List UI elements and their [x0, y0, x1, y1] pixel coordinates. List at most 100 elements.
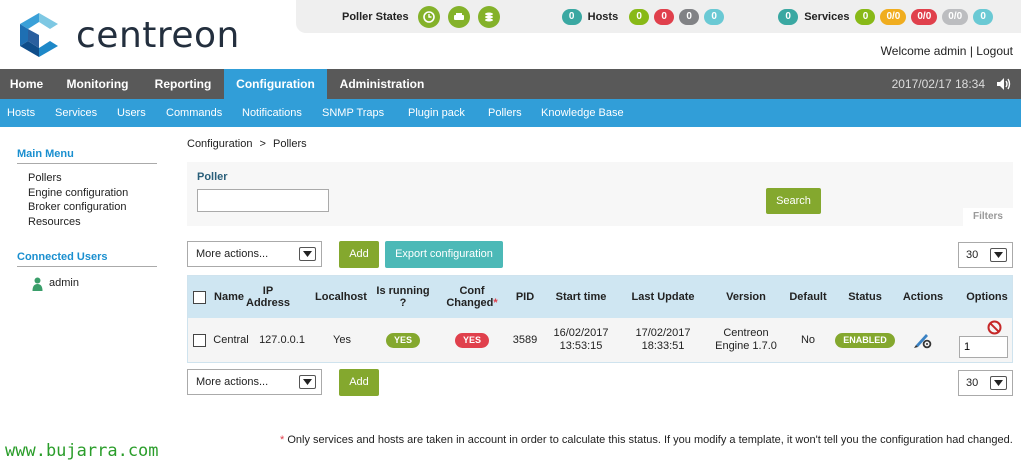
col-name[interactable]: Name [210, 276, 248, 318]
sub-nav-hosts[interactable]: Hosts [7, 99, 35, 127]
sub-nav-commands[interactable]: Commands [166, 99, 222, 127]
hosts-unreachable-badge[interactable]: 0 [679, 8, 700, 25]
chevron-down-icon [990, 248, 1007, 262]
col-conf-changed[interactable]: Conf Changed* [438, 276, 506, 318]
footnote-star: * [280, 434, 285, 446]
col-default[interactable]: Default [784, 276, 832, 318]
services-warning-badge[interactable]: 0/0 [880, 8, 907, 25]
footnote: * Only services and hosts are taken in a… [280, 434, 1013, 446]
services-pending-badge[interactable]: 0 [973, 8, 994, 25]
centreon-logo-icon [20, 13, 58, 57]
filter-panel: Poller Search Filters [187, 162, 1013, 226]
row-checkbox[interactable] [192, 318, 206, 362]
hosts-pending-badge[interactable]: 0 [704, 8, 725, 25]
brand-name: centreon [76, 14, 240, 56]
current-datetime: 2017/02/17 18:34 [891, 77, 985, 91]
sound-icon[interactable] [996, 77, 1012, 91]
add-button-bottom[interactable]: Add [339, 369, 379, 396]
user-icon [32, 277, 43, 291]
row-start-time: 16/02/2017 13:53:15 [553, 327, 609, 352]
main-nav-monitoring[interactable]: Monitoring [53, 69, 142, 99]
row-last-update: 17/02/2017 18:33:51 [635, 327, 691, 352]
col-status[interactable]: Status [840, 276, 890, 318]
row-conf-changed: YES [442, 318, 502, 362]
option-duplicate-input[interactable] [959, 336, 1008, 358]
col-last-update[interactable]: Last Update [626, 276, 700, 318]
sub-nav-pollers[interactable]: Pollers [488, 99, 522, 127]
col-is-running[interactable]: Is running ? [374, 276, 432, 318]
sidebar-item-broker-configuration[interactable]: Broker configuration [28, 201, 126, 213]
chevron-down-icon [990, 376, 1007, 390]
sidebar: Main Menu Pollers Engine configuration B… [0, 127, 172, 467]
add-button-top[interactable]: Add [339, 241, 379, 268]
services-unknown-badge[interactable]: 0/0 [942, 8, 969, 25]
centreon-logo[interactable]: centreon [16, 12, 240, 58]
poller-filter-label: Poller [197, 171, 228, 183]
row-ip: 127.0.0.1 [259, 333, 305, 346]
main-nav-configuration[interactable]: Configuration [224, 69, 327, 99]
row-version: Centreon Engine 1.7.0 [715, 327, 777, 352]
hosts-up-badge[interactable]: 0 [629, 8, 650, 25]
sub-nav-snmp-traps[interactable]: SNMP Traps [322, 99, 384, 127]
sidebar-item-resources[interactable]: Resources [28, 216, 81, 228]
footnote-text: Only services and hosts are taken in acc… [287, 434, 1013, 446]
col-ip-address[interactable]: IP Address [246, 276, 290, 318]
row-status: ENABLED [832, 318, 898, 362]
col-options: Options [966, 291, 1008, 303]
select-all-checkbox[interactable] [192, 276, 206, 318]
poller-search-input[interactable] [197, 189, 329, 212]
sub-nav-knowledge-base[interactable]: Knowledge Base [541, 99, 624, 127]
page-size-select-bottom[interactable]: 30 [958, 370, 1013, 396]
conf-changed-star: * [493, 297, 498, 309]
conf-changed-badge: YES [454, 332, 489, 348]
sub-nav-services[interactable]: Services [55, 99, 97, 127]
col-start-time[interactable]: Start time [550, 276, 612, 318]
more-actions-label: More actions... [196, 248, 269, 260]
breadcrumb-sep: > [259, 138, 266, 150]
sidebar-item-engine-configuration[interactable]: Engine configuration [28, 187, 128, 199]
more-actions-select-bottom[interactable]: More actions... [187, 369, 322, 395]
header: centreon Poller States 0 Hosts 0 0 0 0 0… [0, 0, 1021, 69]
row-is-running: YES [374, 318, 432, 362]
more-actions-select-top[interactable]: More actions... [187, 241, 322, 267]
row-name[interactable]: Central [210, 318, 252, 362]
services-total-badge[interactable]: 0 [778, 8, 799, 25]
sub-nav-users[interactable]: Users [117, 99, 146, 127]
status-bar: Poller States 0 Hosts 0 0 0 0 0 Services… [296, 0, 1021, 33]
connected-user-admin[interactable]: admin [49, 277, 79, 289]
hosts-total-badge[interactable]: 0 [561, 8, 582, 25]
row-pid: 3589 [512, 333, 538, 346]
status-badge: ENABLED [835, 332, 895, 348]
hosts-down-badge[interactable]: 0 [654, 8, 675, 25]
main-nav-home[interactable]: Home [0, 69, 53, 99]
col-pid[interactable]: PID [510, 276, 540, 318]
services-label: Services [804, 10, 850, 23]
breadcrumb-current[interactable]: Pollers [273, 138, 307, 150]
stack-icon[interactable] [477, 5, 500, 28]
welcome-separator: | [969, 44, 973, 58]
clock-icon[interactable] [417, 5, 440, 28]
breadcrumb: Configuration > Pollers [187, 138, 307, 150]
services-critical-badge[interactable]: 0/0 [911, 8, 938, 25]
services-ok-badge[interactable]: 0 [855, 8, 876, 25]
page-size-select-top[interactable]: 30 [958, 242, 1013, 268]
col-localhost[interactable]: Localhost [312, 276, 370, 318]
hosts-label: Hosts [587, 10, 619, 23]
sub-nav-plugin-pack[interactable]: Plugin pack [408, 99, 465, 127]
disable-icon[interactable] [987, 320, 1003, 336]
connected-users-title: Connected Users [17, 251, 157, 267]
filters-tab[interactable]: Filters [963, 208, 1013, 226]
edit-configure-icon[interactable] [908, 318, 938, 362]
search-button[interactable]: Search [766, 188, 821, 214]
export-configuration-button[interactable]: Export configuration [385, 241, 503, 268]
breadcrumb-parent[interactable]: Configuration [187, 138, 252, 150]
database-drive-icon[interactable] [447, 5, 470, 28]
col-conf-changed-label: Conf Changed [446, 285, 494, 309]
col-version[interactable]: Version [710, 276, 782, 318]
logout-link[interactable]: Logout [976, 44, 1013, 58]
sidebar-item-pollers[interactable]: Pollers [28, 172, 62, 184]
main-nav-reporting[interactable]: Reporting [142, 69, 224, 99]
sub-nav-notifications[interactable]: Notifications [242, 99, 302, 127]
main-nav-administration[interactable]: Administration [327, 69, 437, 99]
main-nav: Home Monitoring Reporting Configuration … [0, 69, 1021, 99]
